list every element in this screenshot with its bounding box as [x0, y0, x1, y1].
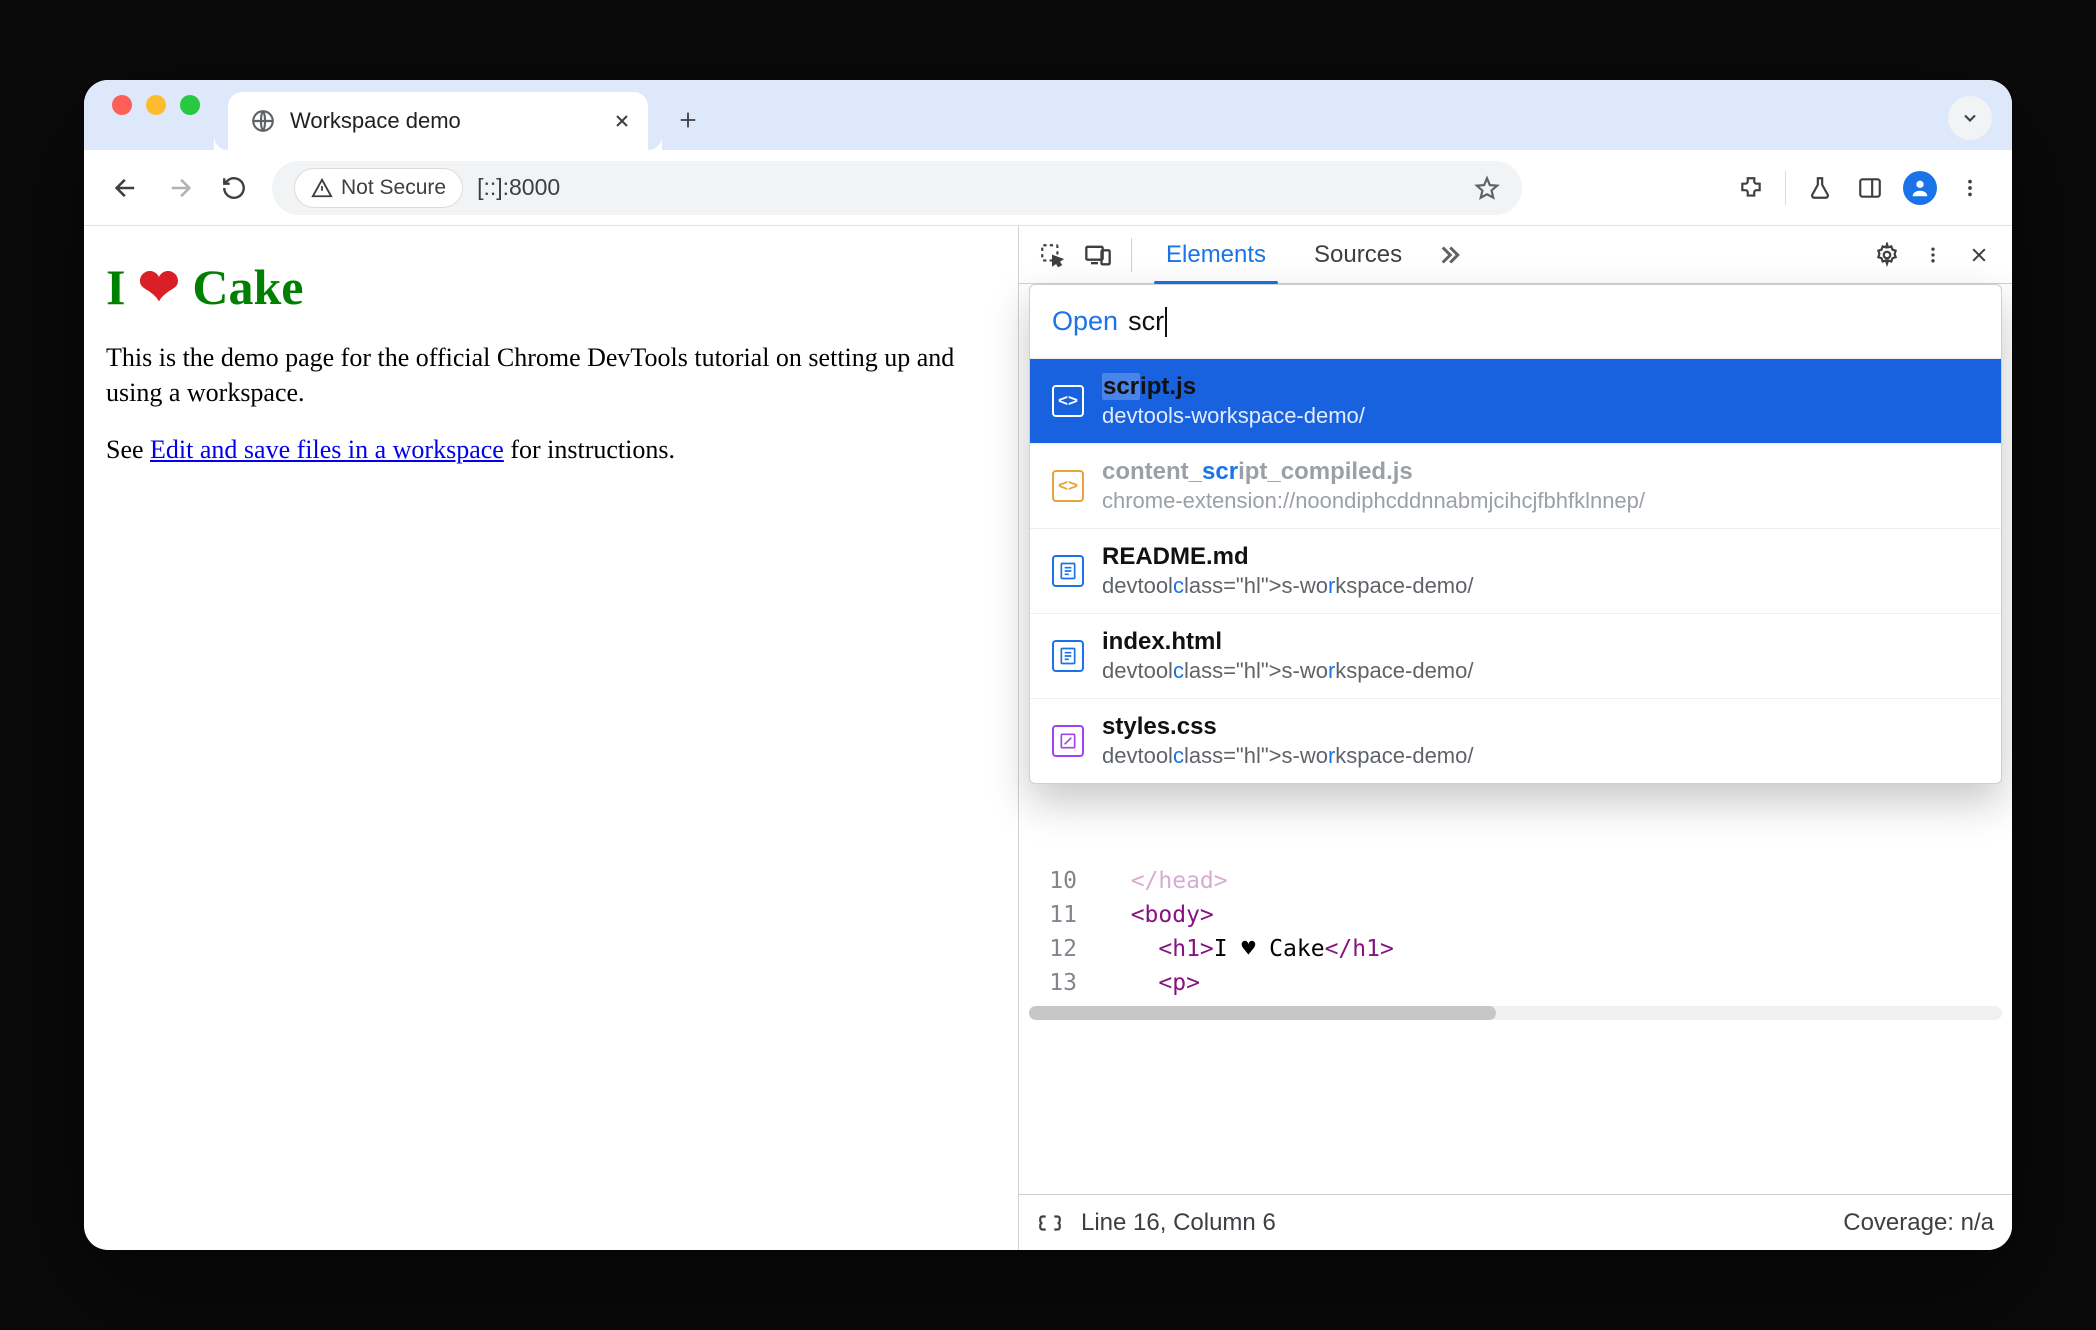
format-button[interactable] [1037, 1210, 1063, 1236]
url-text: [::]:8000 [477, 174, 560, 201]
globe-icon [250, 108, 276, 134]
quick-open-result[interactable]: styles.cssdevtoolclass="hl">s-workspace-… [1030, 698, 2001, 783]
separator [1785, 171, 1786, 205]
maximize-window-button[interactable] [180, 95, 200, 115]
new-tab-button[interactable] [666, 98, 710, 142]
quick-open-result[interactable]: <>content_script_compiled.jschrome-exten… [1030, 443, 2001, 528]
warning-icon [311, 177, 333, 199]
tab-search-button[interactable] [1948, 96, 1992, 140]
tab-sources[interactable]: Sources [1290, 226, 1426, 283]
coverage-status: Coverage: n/a [1843, 1209, 1994, 1237]
page-paragraph-2: See Edit and save files in a workspace f… [106, 432, 986, 467]
scrollbar-thumb[interactable] [1029, 1006, 1496, 1020]
page-paragraph-1: This is the demo page for the official C… [106, 340, 986, 410]
separator [1131, 238, 1132, 272]
extensions-button[interactable] [1727, 164, 1775, 212]
bookmark-button[interactable] [1474, 175, 1500, 201]
content-area: I ❤ Cake This is the demo page for the o… [84, 226, 2012, 1250]
quick-open-result[interactable]: <>script.jsdevtools-workspace-demo/ [1030, 359, 2001, 443]
side-panel-button[interactable] [1846, 164, 1894, 212]
heart-icon: ❤ [138, 259, 180, 315]
menu-button[interactable] [1946, 164, 1994, 212]
horizontal-scrollbar[interactable] [1029, 1006, 2002, 1020]
quick-open-result[interactable]: README.mddevtoolclass="hl">s-workspace-d… [1030, 528, 2001, 613]
tutorial-link[interactable]: Edit and save files in a workspace [150, 435, 504, 464]
labs-button[interactable] [1796, 164, 1844, 212]
cursor-position: Line 16, Column 6 [1081, 1209, 1276, 1237]
quick-open-query: scr [1128, 306, 1167, 338]
quick-open-label: Open [1052, 306, 1118, 337]
quick-open-result[interactable]: index.htmldevtoolclass="hl">s-workspace-… [1030, 613, 2001, 698]
window-controls [112, 80, 200, 150]
close-tab-button[interactable] [610, 109, 634, 133]
tab-strip: Workspace demo [84, 80, 2012, 150]
text-caret [1165, 307, 1167, 337]
quick-open-dialog: Open scr <>script.jsdevtools-workspace-d… [1029, 284, 2002, 784]
page-heading: I ❤ Cake [106, 258, 996, 316]
quick-open-results: <>script.jsdevtools-workspace-demo/<>con… [1030, 359, 2001, 783]
minimize-window-button[interactable] [146, 95, 166, 115]
settings-button[interactable] [1864, 232, 1910, 278]
devtools-tabbar: Elements Sources [1019, 226, 2012, 284]
web-page: I ❤ Cake This is the demo page for the o… [84, 226, 1019, 1250]
close-window-button[interactable] [112, 95, 132, 115]
quick-open-input[interactable]: Open scr [1030, 285, 2001, 359]
security-chip[interactable]: Not Secure [294, 168, 463, 208]
devtools-panel: Elements Sources Open scr <>script.jsdev… [1019, 226, 2012, 1250]
devtools-menu-button[interactable] [1910, 232, 1956, 278]
inspect-element-button[interactable] [1029, 232, 1075, 278]
more-tabs-button[interactable] [1426, 232, 1472, 278]
security-label: Not Secure [341, 176, 446, 200]
browser-window: Workspace demo Not Secure [::]:8000 [84, 80, 2012, 1250]
devtools-statusbar: Line 16, Column 6 Coverage: n/a [1019, 1194, 2012, 1250]
back-button[interactable] [102, 164, 150, 212]
profile-button[interactable] [1896, 164, 1944, 212]
browser-toolbar: Not Secure [::]:8000 [84, 150, 2012, 226]
device-toolbar-button[interactable] [1075, 232, 1121, 278]
tab-title: Workspace demo [290, 108, 461, 134]
close-devtools-button[interactable] [1956, 232, 2002, 278]
forward-button[interactable] [156, 164, 204, 212]
browser-tab[interactable]: Workspace demo [228, 92, 648, 150]
reload-button[interactable] [210, 164, 258, 212]
address-bar[interactable]: Not Secure [::]:8000 [272, 161, 1522, 215]
tab-elements[interactable]: Elements [1142, 226, 1290, 283]
